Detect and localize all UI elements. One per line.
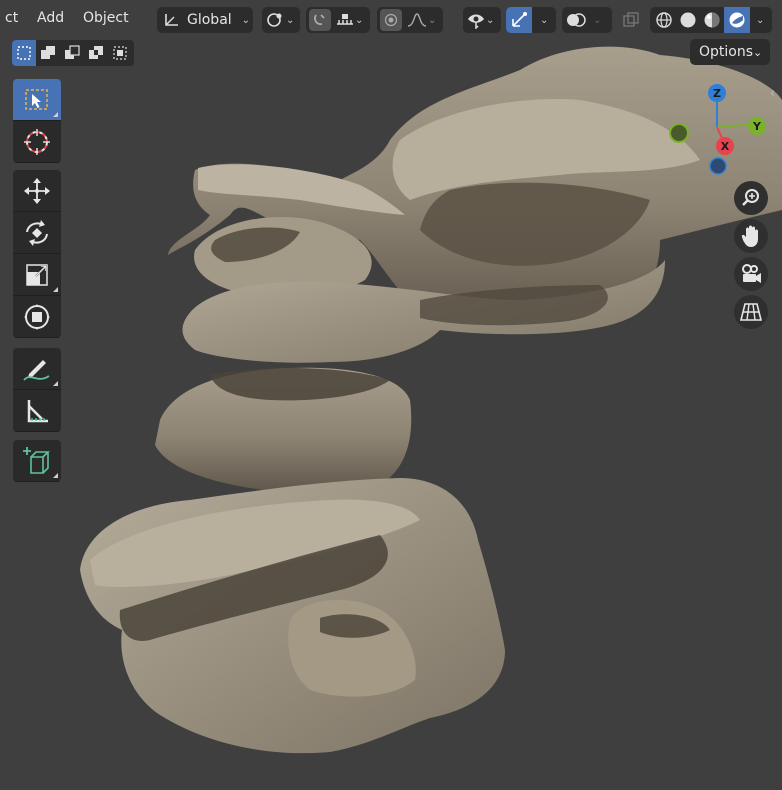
gizmo-neg-y-handle	[669, 123, 689, 143]
zoom-button[interactable]	[734, 181, 768, 215]
viewport-header: ct Add Object Global ⌄ ⌄ ⌄ ⌄ ⌄ ⌄ ⌄ ⌄	[0, 0, 782, 40]
transform-tool[interactable]	[13, 296, 61, 338]
orientation-icon	[163, 12, 181, 28]
wireframe-shading-icon[interactable]	[652, 11, 676, 29]
chevron-down-icon: ⌄	[428, 14, 437, 26]
orientation-label: Global	[187, 12, 232, 28]
select-new-icon	[17, 46, 31, 60]
select-extend-icon	[41, 46, 55, 59]
selectability-visibility-dropdown[interactable]: ⌄	[463, 7, 501, 33]
measure-icon	[22, 396, 52, 426]
3d-viewport[interactable]: ct Add Object Global ⌄ ⌄ ⌄ ⌄ ⌄ ⌄ ⌄ ⌄ Opt…	[0, 0, 782, 790]
camera-icon	[739, 263, 763, 285]
falloff-icon[interactable]	[406, 12, 428, 28]
transform-icon	[22, 302, 52, 332]
gizmo-z-label: Z	[713, 87, 721, 100]
overlays-group[interactable]: ⌄	[562, 7, 612, 33]
hand-icon	[740, 224, 762, 248]
material-preview-icon[interactable]	[700, 11, 724, 29]
select-box-icon	[23, 86, 51, 114]
chevron-down-icon: ⌄	[286, 14, 295, 26]
toolbar-transform-group	[13, 170, 61, 338]
navigation-gizmo[interactable]: Z Y X	[660, 80, 780, 180]
options-label: Options	[699, 44, 754, 60]
overlays-icon[interactable]	[565, 10, 587, 30]
chevron-down-icon: ⌄	[486, 14, 495, 26]
select-intersect-button[interactable]	[108, 40, 132, 66]
gizmo-x-label: X	[721, 140, 730, 153]
annotate-tool[interactable]	[13, 348, 61, 390]
eye-arrow-icon	[466, 11, 486, 29]
pan-button[interactable]	[734, 219, 768, 253]
add-cube-tool[interactable]	[13, 440, 61, 482]
gizmo-toggle-group[interactable]: ⌄	[506, 7, 556, 33]
rotate-icon	[22, 218, 52, 248]
measure-tool[interactable]	[13, 390, 61, 432]
rendered-shading-icon[interactable]	[724, 7, 750, 33]
proportional-editing-group[interactable]: ⌄	[377, 7, 443, 33]
proportional-edit-icon[interactable]	[380, 9, 402, 31]
chevron-down-icon: ⌄	[753, 45, 763, 59]
move-tool[interactable]	[13, 170, 61, 212]
select-difference-icon	[89, 46, 103, 59]
options-dropdown[interactable]: Options ⌄	[690, 39, 770, 65]
pivot-icon	[266, 11, 286, 29]
chevron-down-icon: ⌄	[593, 14, 602, 26]
chevron-down-icon: ⌄	[540, 14, 549, 26]
xray-toggle[interactable]	[617, 7, 645, 33]
chevron-down-icon: ⌄	[241, 14, 251, 26]
move-icon	[22, 176, 52, 206]
gizmo-neg-z-handle	[709, 157, 727, 175]
select-intersect-icon	[113, 46, 127, 60]
add-cube-icon	[21, 445, 53, 477]
perspective-toggle-button[interactable]	[734, 295, 768, 329]
select-subtract-button[interactable]	[60, 40, 84, 66]
snapping-group[interactable]: ⌄	[306, 7, 370, 33]
select-extend-button[interactable]	[36, 40, 60, 66]
show-gizmo-icon[interactable]	[506, 7, 532, 33]
select-difference-button[interactable]	[84, 40, 108, 66]
select-subtract-icon	[65, 45, 80, 59]
select-new-button[interactable]	[12, 40, 36, 66]
sidebar-toggle-icon[interactable]: ‹	[770, 86, 782, 104]
cursor-tool[interactable]	[13, 121, 61, 163]
menu-item-add[interactable]: Add	[37, 10, 64, 26]
snap-toggle-icon[interactable]	[309, 9, 331, 31]
grid-perspective-icon	[739, 301, 763, 323]
transform-orientation-dropdown[interactable]: Global ⌄	[157, 7, 253, 33]
xray-icon	[622, 11, 640, 29]
menu-item-select[interactable]: ct	[5, 10, 18, 26]
cursor-icon	[22, 127, 52, 157]
select-box-tool[interactable]	[13, 79, 61, 121]
zoom-icon	[740, 187, 762, 209]
toolbar-select-group	[13, 79, 61, 163]
camera-view-button[interactable]	[734, 257, 768, 291]
snap-increment-icon[interactable]	[335, 12, 355, 28]
solid-shading-icon[interactable]	[676, 11, 700, 29]
scale-icon	[22, 260, 52, 290]
chevron-down-icon: ⌄	[355, 14, 364, 26]
toolbar-add-group	[13, 440, 61, 482]
shading-mode-group[interactable]: ⌄	[650, 7, 772, 33]
gizmo-y-label: Y	[752, 120, 762, 133]
chevron-down-icon: ⌄	[756, 14, 765, 26]
annotate-icon	[21, 354, 53, 384]
menu-item-object[interactable]: Object	[83, 10, 129, 26]
selection-mode-group	[12, 40, 134, 66]
scale-tool[interactable]	[13, 254, 61, 296]
rotate-tool[interactable]	[13, 212, 61, 254]
toolbar-annotate-group	[13, 348, 61, 432]
pivot-point-dropdown[interactable]: ⌄	[262, 7, 300, 33]
